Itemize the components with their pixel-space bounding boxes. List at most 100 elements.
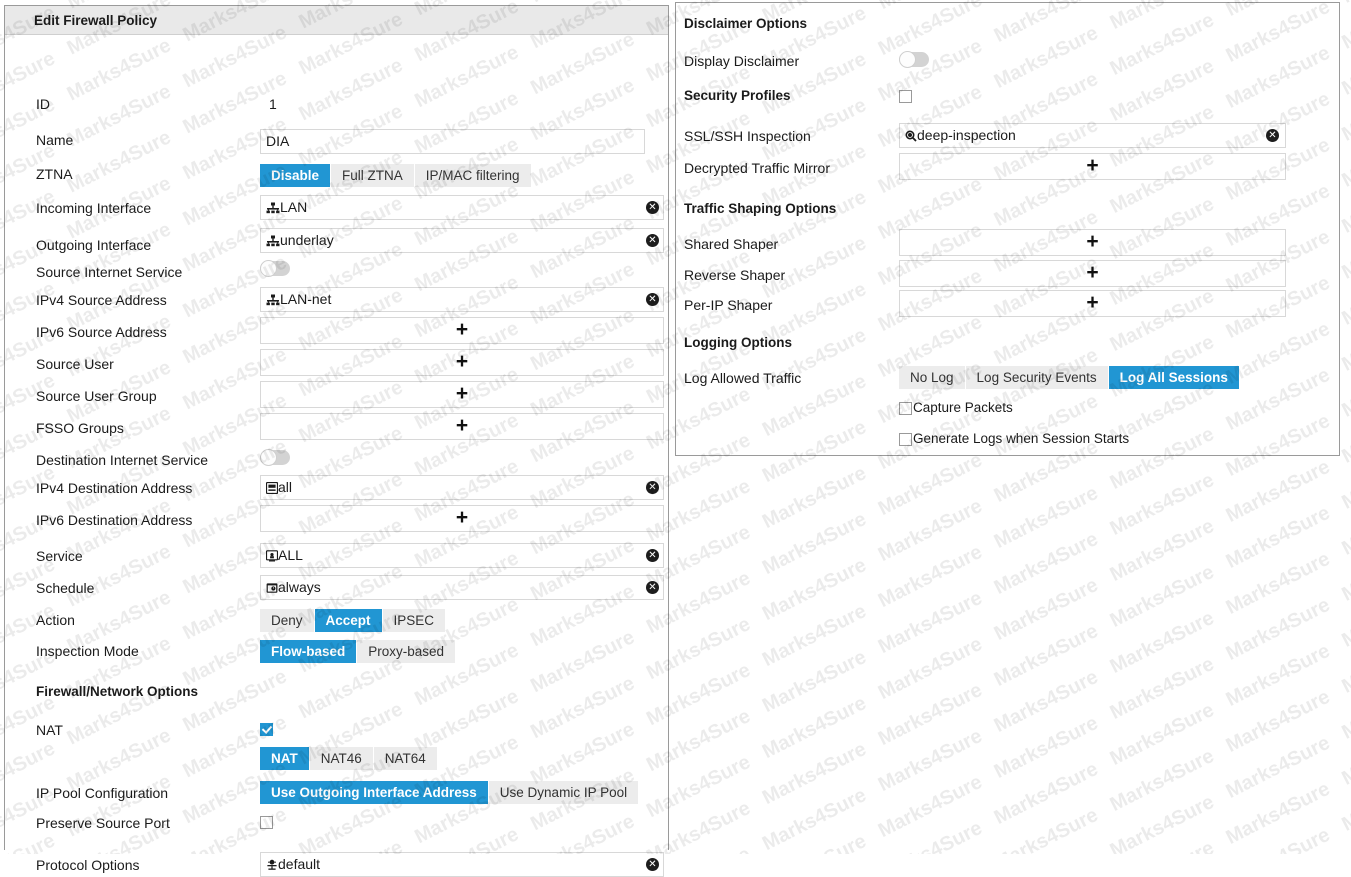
service-input[interactable]: ALL xyxy=(260,543,664,568)
service-clear-icon[interactable]: ✕ xyxy=(646,549,659,562)
security-profiles-heading: Security Profiles xyxy=(684,88,791,103)
ipv4-source-address-input[interactable]: LAN-net xyxy=(260,287,664,312)
disclaimer-options-heading: Disclaimer Options xyxy=(684,16,808,31)
action-option-deny[interactable]: Deny xyxy=(260,609,315,632)
action-label: Action xyxy=(36,612,75,628)
preserve-source-port-checkbox[interactable] xyxy=(260,816,273,829)
id-value: 1 xyxy=(269,96,277,112)
inspection-mode-segmented-control[interactable]: Flow-based Proxy-based xyxy=(260,640,456,663)
fsso-groups-add-icon[interactable]: + xyxy=(260,414,664,437)
ssl-ssh-inspection-label: SSL/SSH Inspection xyxy=(684,128,811,144)
ip-pool-option-use-outgoing-interface-address[interactable]: Use Outgoing Interface Address xyxy=(260,781,489,804)
ztna-option-disable[interactable]: Disable xyxy=(260,164,332,187)
ip-pool-configuration-label: IP Pool Configuration xyxy=(36,785,169,801)
action-segmented-control[interactable]: Deny Accept IPSEC xyxy=(260,609,446,632)
nat-type-option-nat46[interactable]: NAT46 xyxy=(309,747,374,770)
log-option-no-log[interactable]: No Log xyxy=(899,366,966,389)
shared-shaper-add-icon[interactable]: + xyxy=(899,230,1286,253)
ztna-option-full-ztna[interactable]: Full ZTNA xyxy=(331,164,415,187)
schedule-label: Schedule xyxy=(36,580,95,596)
log-allowed-traffic-segmented-control[interactable]: No Log Log Security Events Log All Sessi… xyxy=(899,366,1239,389)
nat-type-option-nat64[interactable]: NAT64 xyxy=(373,747,437,770)
source-internet-service-toggle[interactable] xyxy=(260,260,290,277)
nat-type-option-nat[interactable]: NAT xyxy=(260,747,310,770)
outgoing-interface-value: underlay xyxy=(280,232,334,248)
incoming-interface-input[interactable]: LAN xyxy=(260,195,664,220)
service-value: ALL xyxy=(278,547,303,563)
source-internet-service-label: Source Internet Service xyxy=(36,264,183,280)
ipv4-destination-address-clear-icon[interactable]: ✕ xyxy=(646,481,659,494)
action-option-ipsec[interactable]: IPSEC xyxy=(382,609,446,632)
destination-internet-service-toggle[interactable] xyxy=(260,449,290,466)
decrypted-traffic-mirror-add-icon[interactable]: + xyxy=(899,154,1286,177)
schedule-clear-icon[interactable]: ✕ xyxy=(646,581,659,594)
ssl-ssh-inspection-input[interactable]: deep-inspection xyxy=(899,123,1286,148)
ipv6-source-address-label: IPv6 Source Address xyxy=(36,324,167,340)
display-disclaimer-label: Display Disclaimer xyxy=(684,53,800,69)
ztna-option-ip-mac-filtering[interactable]: IP/MAC filtering xyxy=(414,164,531,187)
ip-pool-option-use-dynamic-ip-pool[interactable]: Use Dynamic IP Pool xyxy=(488,781,639,804)
ipv4-source-address-label: IPv4 Source Address xyxy=(36,292,167,308)
schedule-value: always xyxy=(278,579,321,595)
incoming-interface-value: LAN xyxy=(280,199,308,215)
edit-firewall-policy-panel: Edit Firewall Policy ID 1 Name DIA ZTNA … xyxy=(4,5,669,877)
name-label: Name xyxy=(36,132,74,148)
service-icon xyxy=(266,550,278,562)
schedule-icon xyxy=(266,582,278,594)
reverse-shaper-add-icon[interactable]: + xyxy=(899,261,1286,284)
capture-packets-checkbox[interactable] xyxy=(899,402,912,415)
protocol-options-value: default xyxy=(278,856,321,872)
protocol-options-label: Protocol Options xyxy=(36,857,140,873)
shared-shaper-label: Shared Shaper xyxy=(684,236,779,252)
inspection-mode-option-flow-based[interactable]: Flow-based xyxy=(260,640,358,663)
log-allowed-traffic-label: Log Allowed Traffic xyxy=(684,370,802,386)
interface-icon xyxy=(266,235,280,248)
inspection-mode-option-proxy-based[interactable]: Proxy-based xyxy=(357,640,456,663)
toggle-knob xyxy=(260,260,277,277)
outgoing-interface-clear-icon[interactable]: ✕ xyxy=(646,234,659,247)
nat-type-segmented-control[interactable]: NAT NAT46 NAT64 xyxy=(260,747,437,770)
security-profiles-checkbox[interactable] xyxy=(899,90,912,103)
panel-title: Edit Firewall Policy xyxy=(5,6,668,35)
source-user-label: Source User xyxy=(36,356,114,372)
schedule-input[interactable]: always xyxy=(260,575,664,600)
per-ip-shaper-add-icon[interactable]: + xyxy=(899,291,1286,314)
destination-internet-service-label: Destination Internet Service xyxy=(36,452,208,468)
generate-logs-checkbox[interactable] xyxy=(899,433,912,446)
action-option-accept[interactable]: Accept xyxy=(314,609,383,632)
log-option-log-all-sessions[interactable]: Log All Sessions xyxy=(1108,366,1239,389)
ipv4-source-address-clear-icon[interactable]: ✕ xyxy=(646,293,659,306)
outgoing-interface-input[interactable]: underlay xyxy=(260,228,664,253)
ip-pool-configuration-segmented-control[interactable]: Use Outgoing Interface Address Use Dynam… xyxy=(260,781,639,804)
source-user-group-add-icon[interactable]: + xyxy=(260,382,664,405)
source-user-add-icon[interactable]: + xyxy=(260,350,664,373)
toggle-knob xyxy=(260,449,277,466)
ztna-segmented-control[interactable]: Disable Full ZTNA IP/MAC filtering xyxy=(260,164,531,187)
name-input[interactable]: DIA xyxy=(260,129,645,154)
ipv6-source-address-add-icon[interactable]: + xyxy=(260,318,664,341)
ssl-ssh-inspection-clear-icon[interactable]: ✕ xyxy=(1266,129,1279,142)
ipv6-destination-address-label: IPv6 Destination Address xyxy=(36,512,193,528)
traffic-shaping-options-heading: Traffic Shaping Options xyxy=(684,201,837,216)
ipv4-destination-address-input[interactable]: all xyxy=(260,475,664,500)
toggle-knob xyxy=(899,51,916,68)
source-user-group-label: Source User Group xyxy=(36,388,157,404)
id-label: ID xyxy=(36,96,50,112)
ipv4-destination-address-value: all xyxy=(278,479,293,495)
incoming-interface-clear-icon[interactable]: ✕ xyxy=(646,201,659,214)
per-ip-shaper-label: Per-IP Shaper xyxy=(684,297,773,313)
ztna-label: ZTNA xyxy=(36,166,73,182)
nat-checkbox[interactable] xyxy=(260,723,273,736)
outgoing-interface-label: Outgoing Interface xyxy=(36,237,152,253)
generate-logs-label: Generate Logs when Session Starts xyxy=(913,431,1130,446)
protocol-options-clear-icon[interactable]: ✕ xyxy=(646,858,659,871)
magnifier-icon xyxy=(905,130,917,142)
capture-packets-label: Capture Packets xyxy=(913,400,1013,415)
log-option-log-security-events[interactable]: Log Security Events xyxy=(965,366,1109,389)
ipv6-destination-address-add-icon[interactable]: + xyxy=(260,506,664,529)
decrypted-traffic-mirror-label: Decrypted Traffic Mirror xyxy=(684,160,830,176)
service-label: Service xyxy=(36,548,83,564)
policy-options-panel: Disclaimer Options Display Disclaimer Se… xyxy=(675,2,1340,456)
display-disclaimer-toggle[interactable] xyxy=(899,51,929,68)
protocol-options-input[interactable]: default xyxy=(260,852,664,877)
